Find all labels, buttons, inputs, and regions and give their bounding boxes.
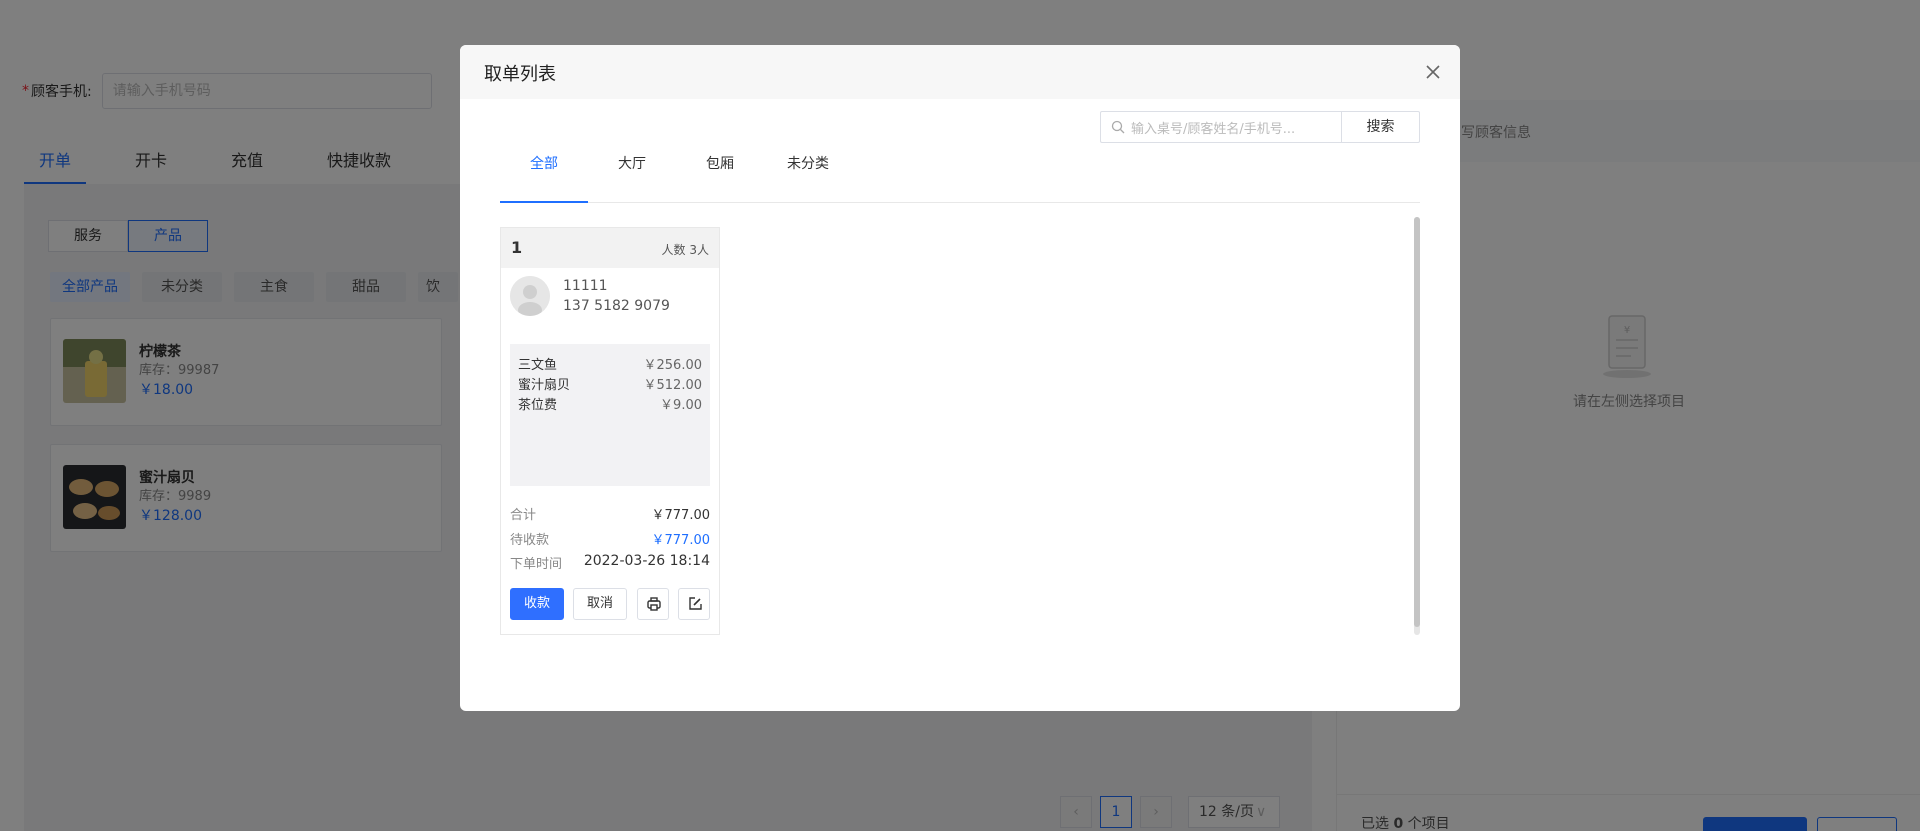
item-name: 茶位费 bbox=[518, 398, 558, 413]
due-amount: ￥777.00 bbox=[651, 533, 711, 548]
search-placeholder: 输入桌号/顾客姓名/手机号... bbox=[1131, 122, 1296, 137]
scrollbar-thumb[interactable] bbox=[1414, 217, 1420, 627]
order-card-header: 1 人数 3人 bbox=[501, 228, 719, 268]
edit-icon bbox=[689, 597, 702, 610]
modal-title: 取单列表 bbox=[484, 64, 556, 85]
close-icon[interactable] bbox=[1422, 61, 1444, 83]
print-button[interactable] bbox=[637, 588, 669, 620]
print-icon bbox=[647, 597, 661, 611]
order-list-scrollbar[interactable] bbox=[1414, 217, 1420, 635]
edit-button[interactable] bbox=[678, 588, 710, 620]
order-search-input[interactable]: 输入桌号/顾客姓名/手机号... bbox=[1100, 111, 1341, 143]
item-price: ￥512.00 bbox=[643, 378, 703, 393]
item-name: 三文鱼 bbox=[518, 358, 558, 373]
order-search: 输入桌号/顾客姓名/手机号... 搜索 bbox=[1100, 111, 1420, 143]
tab-uncategorized[interactable]: 未分类 bbox=[764, 153, 852, 203]
modal-header: 取单列表 bbox=[460, 45, 1460, 99]
guest-count: 人数 3人 bbox=[661, 243, 709, 257]
order-card[interactable]: 1 人数 3人 11111 137 5182 9079 三文鱼 ￥256.00 … bbox=[500, 227, 720, 635]
due-label: 待收款 bbox=[510, 533, 550, 548]
item-price: ￥9.00 bbox=[660, 398, 702, 413]
order-time: 2022-03-26 18:14 bbox=[583, 553, 710, 569]
table-number: 1 bbox=[511, 238, 523, 257]
avatar-icon bbox=[510, 276, 550, 316]
item-price: ￥256.00 bbox=[643, 358, 703, 373]
item-name: 蜜汁扇贝 bbox=[518, 378, 571, 393]
tab-all[interactable]: 全部 bbox=[500, 153, 588, 203]
tab-private-room[interactable]: 包厢 bbox=[676, 153, 764, 203]
customer-name: 11111 bbox=[563, 278, 608, 294]
search-icon bbox=[1111, 120, 1125, 134]
order-time-label: 下单时间 bbox=[510, 557, 563, 572]
order-items: 三文鱼 ￥256.00 蜜汁扇贝 ￥512.00 茶位费 ￥9.00 bbox=[510, 344, 710, 486]
cancel-order-button[interactable]: 取消 bbox=[573, 588, 627, 620]
pickup-order-modal: 取单列表 全部 大厅 包厢 未分类 输入桌号/顾客姓名/手机号... 搜索 1 … bbox=[460, 45, 1460, 711]
customer-phone: 137 5182 9079 bbox=[563, 298, 670, 314]
pay-button[interactable]: 收款 bbox=[510, 588, 564, 620]
total-label: 合计 bbox=[510, 508, 537, 523]
total-amount: ￥777.00 bbox=[651, 508, 711, 523]
search-button[interactable]: 搜索 bbox=[1341, 111, 1420, 143]
order-list: 1 人数 3人 11111 137 5182 9079 三文鱼 ￥256.00 … bbox=[500, 217, 1420, 635]
tab-hall[interactable]: 大厅 bbox=[588, 153, 676, 203]
